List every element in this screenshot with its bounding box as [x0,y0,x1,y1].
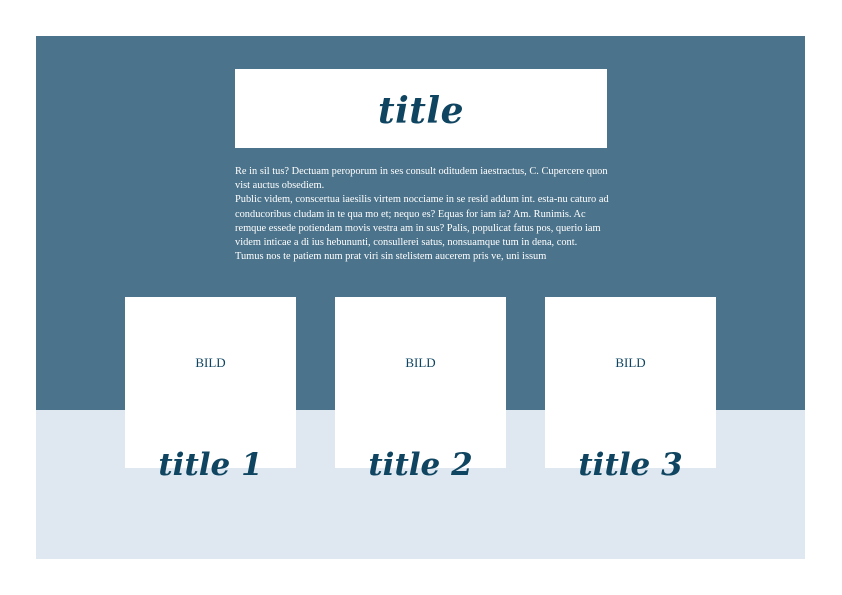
image-placeholder-3: BILD [545,297,716,468]
image-placeholder-2: BILD [335,297,506,468]
card-title-2: title 2 [368,447,473,483]
body-paragraph: Public videm, conscertua iaesilis virtem… [235,194,609,249]
body-text-block: Re in sil tus? Dectuam peroporum in ses … [235,165,615,264]
body-paragraph: Tumus nos te patiem num prat viri sin st… [235,251,547,263]
body-paragraph: Re in sil tus? Dectuam peroporum in ses … [235,166,608,192]
image-placeholder-1: BILD [125,297,296,468]
page-title: title [377,89,464,132]
card-title-1: title 1 [158,447,263,483]
image-label: BILD [405,355,436,370]
title-box: title [235,69,607,148]
image-label: BILD [195,355,226,370]
image-label: BILD [615,355,646,370]
card-title-3: title 3 [578,447,683,483]
